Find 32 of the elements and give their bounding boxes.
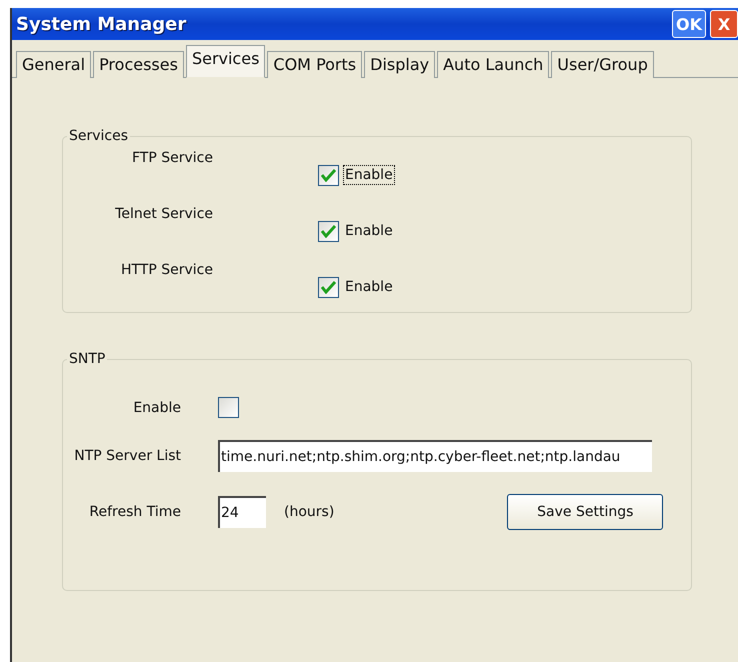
checkmark-icon xyxy=(321,224,336,238)
unit-label: (hours) xyxy=(284,504,334,520)
checkbox[interactable] xyxy=(318,220,339,242)
tab[interactable]: General xyxy=(16,51,92,78)
server-list-field[interactable]: time.nuri.net;ntp.shim.org;ntp.cyber-fleet.net;ntp.landau xyxy=(218,440,652,472)
save-settings-button[interactable]: Save Settings xyxy=(507,494,664,530)
checkbox-label[interactable]: Enable xyxy=(343,221,395,241)
tab[interactable]: Processes xyxy=(93,51,184,78)
checkmark-icon xyxy=(321,280,336,294)
service-label: HTTP Service xyxy=(120,262,213,278)
tab[interactable]: Auto Launch xyxy=(437,51,550,78)
window-title: System Manager xyxy=(16,14,186,34)
tab[interactable]: Display xyxy=(364,51,436,78)
group-title: SNTP xyxy=(68,351,106,367)
tab[interactable]: User/Group xyxy=(551,51,654,78)
checkmark-icon xyxy=(321,168,336,182)
checkbox-label[interactable]: Enable xyxy=(343,277,395,297)
tab[interactable]: COM Ports xyxy=(267,51,362,78)
service-label: FTP Service xyxy=(132,150,213,166)
server-list-label: NTP Server List xyxy=(74,448,181,464)
checkbox[interactable] xyxy=(218,397,239,418)
checkbox[interactable] xyxy=(318,276,339,298)
checkbox[interactable] xyxy=(318,164,339,186)
ok-button[interactable]: OK xyxy=(672,10,706,38)
close-button[interactable]: X xyxy=(710,10,738,38)
refresh-time-field[interactable]: 24 xyxy=(218,496,266,528)
group-title: Services xyxy=(68,128,130,144)
service-label: Telnet Service xyxy=(115,206,213,222)
refresh-time-label: Refresh Time xyxy=(89,504,181,520)
enable-label: Enable xyxy=(133,400,181,416)
checkbox-label[interactable]: Enable xyxy=(343,165,395,185)
tab[interactable]: Services xyxy=(186,45,266,78)
